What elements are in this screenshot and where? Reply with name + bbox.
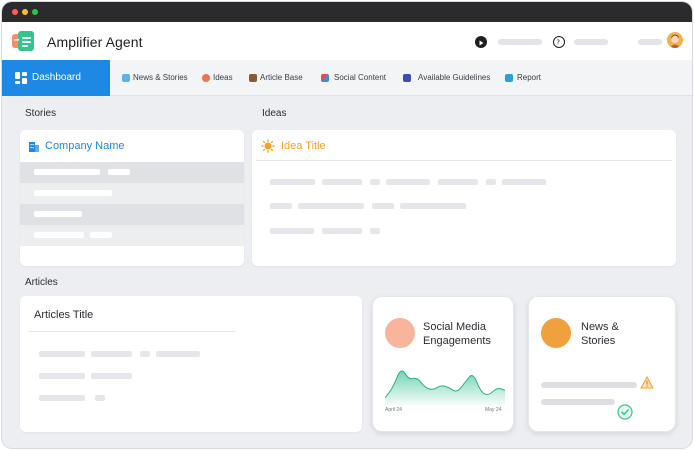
- news-status-bar: [541, 399, 615, 405]
- nav-label-available-guidelines: Available Guidelines: [418, 73, 491, 82]
- news-circle-icon: [541, 318, 571, 348]
- window-titlebar: [2, 2, 692, 22]
- ideas-card[interactable]: Idea Title: [252, 130, 676, 266]
- story-row[interactable]: [20, 204, 244, 225]
- nav-item-social-content[interactable]: Social Content: [321, 60, 391, 96]
- chart-start-date: April 24: [385, 407, 402, 413]
- news-card-title-line2: Stories: [581, 335, 616, 347]
- nav-item-ideas[interactable]: Ideas: [202, 60, 238, 96]
- social-card-title-line2: Engagements: [423, 335, 491, 347]
- company-name-link[interactable]: Company Name: [45, 140, 124, 152]
- article-icon: [249, 74, 257, 82]
- nav-item-news-stories[interactable]: News & Stories: [120, 60, 192, 96]
- social-icon: [321, 74, 329, 82]
- story-row-bar: [34, 190, 112, 196]
- nav-item-article-base[interactable]: Article Base: [249, 60, 309, 96]
- articles-divider: [28, 331, 236, 332]
- idea-title-link[interactable]: Idea Title: [281, 140, 326, 152]
- story-row[interactable]: [20, 183, 244, 204]
- app-header: Amplifier Agent ?: [2, 22, 692, 60]
- warning-icon: [640, 376, 654, 389]
- user-avatar[interactable]: [667, 32, 683, 48]
- engagement-sparkline-chart: [385, 370, 505, 405]
- help-icon[interactable]: ?: [553, 36, 565, 48]
- report-icon: [505, 74, 513, 82]
- stories-card[interactable]: Company Name: [20, 130, 244, 266]
- section-title-articles: Articles: [25, 277, 58, 288]
- dashboard-icon: [15, 72, 27, 84]
- idea-skeleton: [372, 203, 394, 209]
- section-title-stories: Stories: [25, 108, 57, 119]
- play-icon[interactable]: [475, 36, 487, 48]
- minimize-window-button[interactable]: [22, 9, 28, 15]
- social-media-circle-icon: [385, 318, 415, 348]
- article-skeleton: [156, 351, 200, 357]
- nav-label-dashboard: Dashboard: [32, 72, 81, 83]
- header-skeleton-2: [574, 39, 608, 45]
- idea-skeleton: [486, 179, 496, 185]
- story-row[interactable]: [20, 225, 244, 246]
- idea-bulb-icon: [261, 139, 275, 153]
- close-window-button[interactable]: [12, 9, 18, 15]
- header-skeleton-1: [498, 39, 542, 45]
- news-stories-card[interactable]: News & Stories: [528, 296, 676, 432]
- ideas-divider: [256, 160, 672, 161]
- chart-end-date: May 24: [485, 407, 502, 413]
- nav-item-report[interactable]: Report: [505, 60, 549, 96]
- article-skeleton: [91, 373, 132, 379]
- guidelines-icon: [403, 74, 411, 82]
- nav-item-dashboard[interactable]: Dashboard: [2, 60, 110, 96]
- header-skeleton-3: [638, 39, 662, 45]
- idea-skeleton: [322, 179, 362, 185]
- social-media-engagements-card[interactable]: Social Media Engagements April 24 May 24: [372, 296, 514, 432]
- idea-skeleton: [270, 179, 315, 185]
- nav-label-article-base: Article Base: [260, 73, 303, 82]
- idea-skeleton: [370, 179, 380, 185]
- nav-item-available-guidelines[interactable]: Available Guidelines: [403, 60, 495, 96]
- article-skeleton: [39, 351, 85, 357]
- idea-skeleton: [270, 203, 292, 209]
- idea-skeleton: [298, 203, 364, 209]
- article-skeleton: [39, 395, 85, 401]
- story-row-bar: [34, 232, 84, 238]
- check-icon: [617, 404, 633, 420]
- nav-label-report: Report: [517, 73, 542, 82]
- story-row-bar: [34, 169, 100, 175]
- maximize-window-button[interactable]: [32, 9, 38, 15]
- svg-text:?: ?: [556, 39, 560, 47]
- idea-skeleton: [502, 179, 546, 185]
- app-window: Amplifier Agent ? Dashboard News & Stori…: [2, 2, 692, 448]
- news-card-title-line1: News &: [581, 321, 619, 333]
- story-row-bar: [108, 169, 130, 175]
- article-skeleton: [95, 395, 105, 401]
- article-skeleton: [91, 351, 132, 357]
- story-row-bar: [90, 232, 112, 238]
- idea-skeleton: [322, 228, 362, 234]
- story-row[interactable]: [20, 162, 244, 183]
- article-skeleton: [140, 351, 150, 357]
- news-icon: [122, 74, 130, 82]
- idea-skeleton: [370, 228, 380, 234]
- story-row-bar: [34, 211, 82, 217]
- section-title-ideas: Ideas: [262, 108, 287, 119]
- news-status-bar: [541, 382, 637, 388]
- app-logo-icon: [12, 31, 36, 53]
- articles-card[interactable]: Articles Title: [20, 296, 362, 432]
- idea-skeleton: [270, 228, 314, 234]
- nav-label-social-content: Social Content: [334, 73, 387, 82]
- idea-skeleton: [386, 179, 430, 185]
- idea-skeleton: [438, 179, 478, 185]
- main-navigation: Dashboard News & Stories Ideas Article B…: [2, 60, 692, 96]
- articles-title[interactable]: Articles Title: [34, 309, 93, 321]
- social-card-title-line1: Social Media: [423, 321, 486, 333]
- company-building-icon: [29, 142, 39, 152]
- nav-label-ideas: Ideas: [213, 73, 233, 82]
- article-skeleton: [39, 373, 85, 379]
- idea-skeleton: [400, 203, 466, 209]
- idea-icon: [202, 74, 210, 82]
- app-title: Amplifier Agent: [47, 34, 143, 50]
- sparkline-area: [385, 370, 505, 405]
- nav-label-news-stories: News & Stories: [133, 73, 188, 82]
